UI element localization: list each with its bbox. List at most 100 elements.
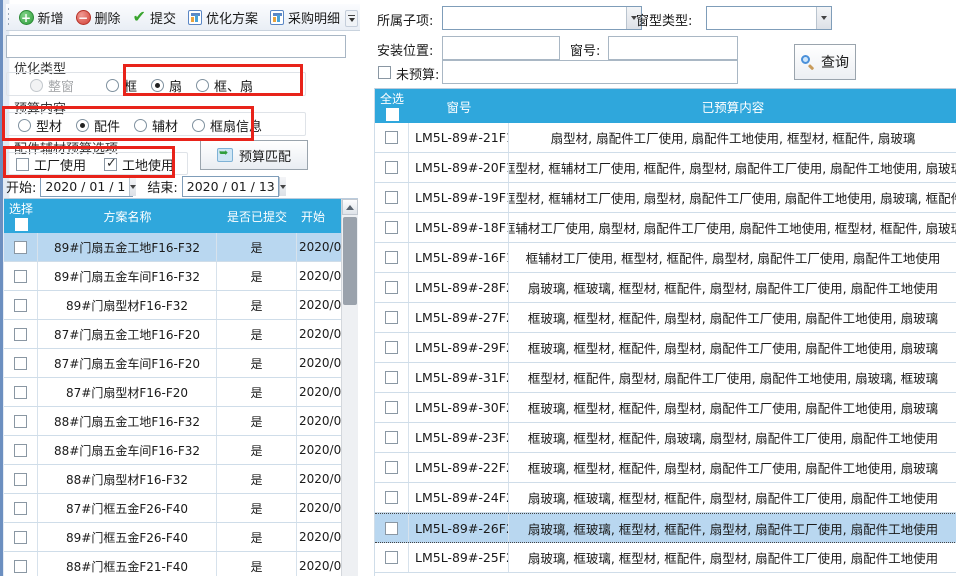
row-checkbox[interactable]: [385, 371, 398, 384]
toolbar-grip-icon[interactable]: [8, 8, 9, 26]
chevron-down-icon[interactable]: [129, 177, 136, 196]
budget-table-row[interactable]: LM5L-89#-25F23 扇玻璃, 框玻璃, 框型材, 框配件, 扇型材, …: [375, 543, 956, 573]
budget-table-row[interactable]: LM5L-89#-22F20 框玻璃, 框型材, 框配件, 扇型材, 扇配件工厂…: [375, 453, 956, 483]
row-checkbox[interactable]: [385, 311, 398, 324]
budget-table-row[interactable]: LM5L-89#-19F17 框型材, 框辅材工厂使用, 扇型材, 扇配件工厂使…: [375, 183, 956, 213]
budget-table-row[interactable]: LM5L-89#-31F29 框型材, 框配件, 扇型材, 扇配件工厂使用, 扇…: [375, 363, 956, 393]
row-checkbox[interactable]: [14, 502, 27, 515]
budget-table-row[interactable]: LM5L-89#-30F28 框玻璃, 框型材, 框配件, 扇型材, 扇配件工厂…: [375, 393, 956, 423]
row-checkbox[interactable]: [385, 431, 398, 444]
radio-label: 框、扇: [214, 76, 253, 95]
plan-table-row[interactable]: 87#门扇五金车间F16-F20 是 2020/0: [4, 349, 341, 378]
start-date-picker[interactable]: 2020 / 01 / 1: [40, 176, 133, 197]
radio-auxiliary[interactable]: 辅材: [134, 116, 178, 135]
plan-search-input[interactable]: [6, 35, 346, 58]
plan-table-row[interactable]: 89#门扇型材F16-F32 是 2020/0: [4, 291, 341, 320]
optimize-plan-button[interactable]: 优化方案: [182, 6, 264, 29]
sub-item-combobox[interactable]: [442, 6, 642, 30]
window-no-header[interactable]: 窗号: [409, 89, 509, 123]
start-header[interactable]: 开始: [297, 199, 341, 233]
radio-whole-window[interactable]: 整窗: [30, 76, 74, 95]
budgeted-content-cell: 框型材, 框辅材工厂使用, 扇型材, 扇配件工厂使用, 扇配件工地使用, 扇玻璃…: [509, 183, 956, 212]
radio-accessory[interactable]: 配件: [76, 116, 120, 135]
submitted-header[interactable]: 是否已提交: [217, 199, 297, 233]
sheet-chart-icon: [188, 10, 202, 25]
row-checkbox[interactable]: [385, 221, 398, 234]
budget-table-row[interactable]: LM5L-89#-28F26 扇玻璃, 框玻璃, 框型材, 框配件, 扇型材, …: [375, 273, 956, 303]
scroll-up-button[interactable]: [342, 199, 358, 215]
delete-button[interactable]: − 删除: [70, 6, 127, 29]
select-all-checkbox[interactable]: [15, 218, 28, 231]
submit-button[interactable]: ✔ 提交: [127, 6, 182, 29]
row-checkbox[interactable]: [385, 281, 398, 294]
plan-table-row[interactable]: 87#门框五金F26-F40 是 2020/0: [4, 494, 341, 523]
row-checkbox[interactable]: [385, 191, 398, 204]
plan-table-row[interactable]: 88#门扇五金车间F16-F32 是 2020/0: [4, 436, 341, 465]
add-button[interactable]: + 新增: [13, 6, 70, 29]
end-date-picker[interactable]: 2020 / 01 / 13: [182, 176, 279, 197]
row-checkbox[interactable]: [385, 401, 398, 414]
row-checkbox[interactable]: [14, 444, 27, 457]
select-all-checkbox[interactable]: [386, 108, 399, 121]
chevron-down-icon[interactable]: [279, 177, 286, 196]
scrollbar-thumb[interactable]: [343, 217, 357, 305]
radio-frame-sash[interactable]: 框、扇: [196, 76, 253, 95]
plan-name-header[interactable]: 方案名称: [38, 199, 217, 233]
budget-table-row[interactable]: LM5L-89#-18F16 框辅材工厂使用, 扇型材, 扇配件工厂使用, 扇配…: [375, 213, 956, 243]
plan-table-row[interactable]: 88#门框五金F21-F40 是 2020/0: [4, 552, 341, 576]
budget-table-row[interactable]: LM5L-89#-23F21 框玻璃, 框型材, 框配件, 扇玻璃, 扇型材, …: [375, 423, 956, 453]
plan-table-row[interactable]: 88#门扇五金工地F16-F32 是 2020/0: [4, 407, 341, 436]
row-checkbox[interactable]: [385, 251, 398, 264]
row-checkbox[interactable]: [14, 299, 27, 312]
row-checkbox[interactable]: [14, 241, 27, 254]
toolbar-overflow-button[interactable]: [345, 10, 358, 27]
row-checkbox[interactable]: [14, 357, 27, 370]
budgeted-content-header[interactable]: 已预算内容: [509, 89, 956, 123]
row-checkbox[interactable]: [14, 270, 27, 283]
row-checkbox[interactable]: [14, 328, 27, 341]
start-cell: 2020/0: [297, 465, 341, 493]
plan-table-row[interactable]: 89#门框五金F26-F40 是 2020/0: [4, 523, 341, 552]
query-button[interactable]: 查询: [794, 44, 856, 80]
budget-table-row[interactable]: LM5L-89#-29F27 框玻璃, 框型材, 框配件, 扇型材, 扇配件工厂…: [375, 333, 956, 363]
radio-frame[interactable]: 框: [106, 76, 137, 95]
plan-table-row[interactable]: 87#门扇型材F16-F20 是 2020/0: [4, 378, 341, 407]
checkbox-factory-use[interactable]: 工厂使用: [16, 155, 86, 174]
row-checkbox[interactable]: [385, 461, 398, 474]
window-no-input[interactable]: [608, 36, 738, 60]
chevron-down-icon[interactable]: [816, 7, 831, 29]
plan-name-cell: 89#门框五金F26-F40: [38, 523, 217, 551]
plan-table-row[interactable]: 87#门扇五金工地F16-F20 是 2020/0: [4, 320, 341, 349]
start-cell: 2020/0: [297, 262, 341, 290]
plan-table-row[interactable]: 88#门扇型材F16-F32 是 2020/0: [4, 465, 341, 494]
install-position-input[interactable]: [442, 36, 560, 60]
checkbox-site-use[interactable]: 工地使用: [104, 155, 174, 174]
row-checkbox[interactable]: [385, 522, 398, 535]
row-checkbox[interactable]: [14, 386, 27, 399]
row-checkbox[interactable]: [385, 551, 398, 564]
row-checkbox[interactable]: [14, 415, 27, 428]
plan-table-row[interactable]: 89#门扇五金工地F16-F32 是 2020/0: [4, 233, 341, 262]
unbudgeted-input[interactable]: [442, 60, 738, 84]
row-checkbox[interactable]: [385, 161, 398, 174]
window-type-combobox[interactable]: [706, 6, 832, 30]
budget-table-row[interactable]: LM5L-89#-27F25 框玻璃, 框型材, 框配件, 扇型材, 扇配件工厂…: [375, 303, 956, 333]
row-checkbox[interactable]: [14, 473, 27, 486]
radio-frame-sash-info[interactable]: 框扇信息: [192, 116, 262, 135]
budget-table-row[interactable]: LM5L-89#-16F15 框辅材工厂使用, 框型材, 框配件, 扇型材, 扇…: [375, 243, 956, 273]
budget-table-row[interactable]: LM5L-89#-24F22 扇玻璃, 框玻璃, 框型材, 框配件, 扇型材, …: [375, 483, 956, 513]
row-checkbox[interactable]: [385, 341, 398, 354]
budget-table-row[interactable]: LM5L-89#-21F19 扇型材, 扇配件工厂使用, 扇配件工地使用, 框型…: [375, 123, 956, 153]
radio-profile[interactable]: 型材: [18, 116, 62, 135]
unbudgeted-checkbox[interactable]: [378, 66, 391, 79]
budget-table-row[interactable]: LM5L-89#-20F18 框型材, 框辅材工厂使用, 框配件, 扇型材, 扇…: [375, 153, 956, 183]
plan-table-row[interactable]: 89#门扇五金车间F16-F32 是 2020/0: [4, 262, 341, 291]
row-checkbox[interactable]: [385, 131, 398, 144]
row-checkbox[interactable]: [14, 531, 27, 544]
row-checkbox[interactable]: [14, 560, 27, 573]
radio-sash[interactable]: 扇: [151, 76, 182, 95]
row-checkbox[interactable]: [385, 491, 398, 504]
plan-table-scrollbar[interactable]: [341, 199, 358, 576]
budget-table-row[interactable]: LM5L-89#-26F24 扇玻璃, 框玻璃, 框型材, 框配件, 扇型材, …: [375, 513, 956, 543]
budget-match-button[interactable]: 预算匹配: [200, 140, 308, 170]
